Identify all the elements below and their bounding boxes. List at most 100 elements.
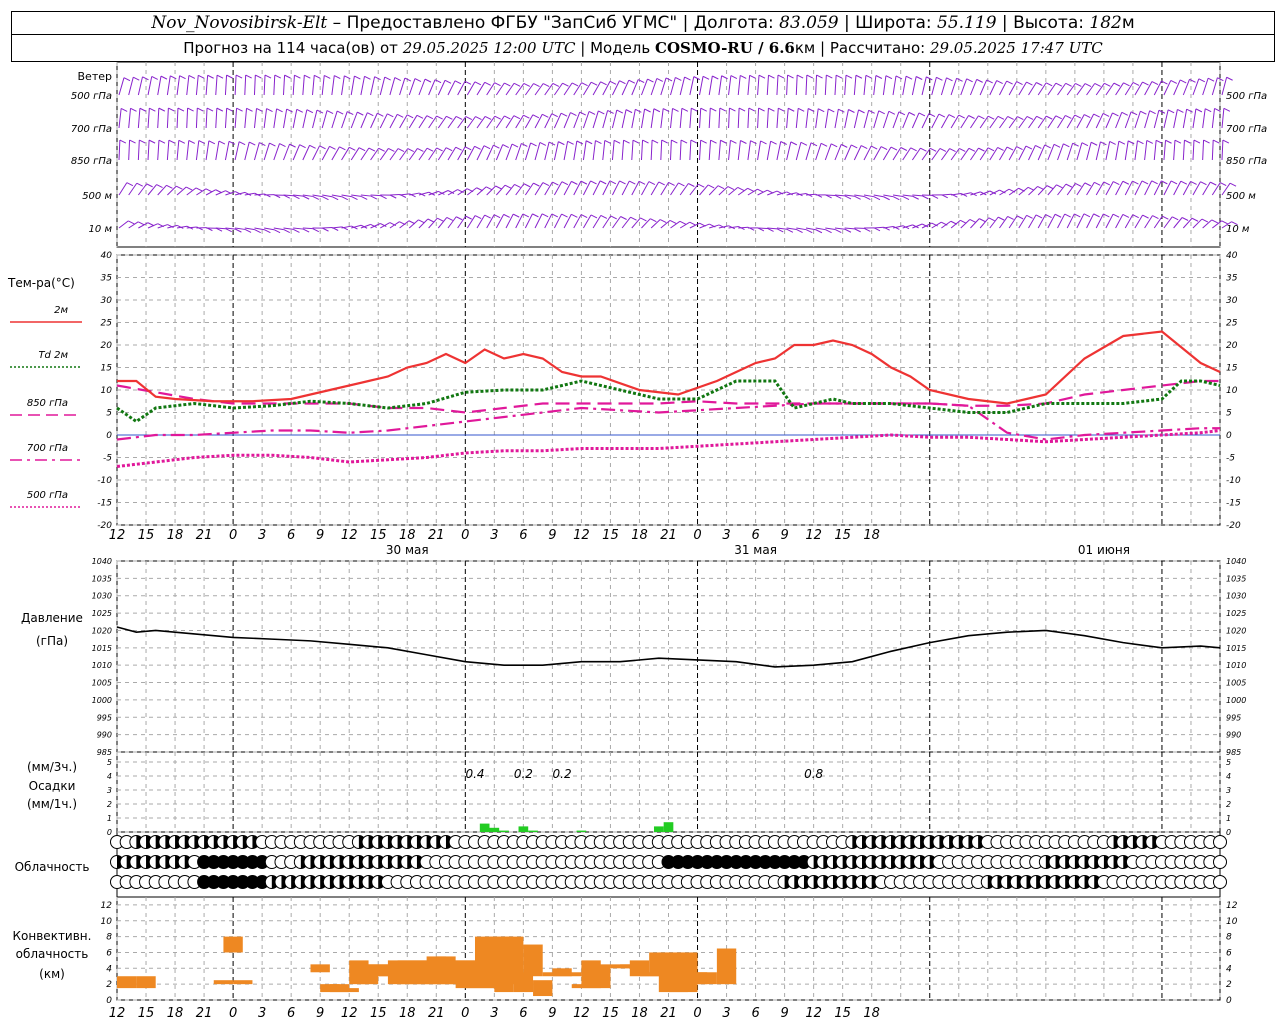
wind-barb-flag — [579, 111, 586, 116]
pressure-tick-right: 1035 — [1226, 574, 1246, 583]
wind-barb-flag — [978, 147, 985, 152]
wind-barb — [1173, 140, 1176, 161]
temp-legend-label: 2м — [54, 305, 68, 316]
wind-barb-flag — [1093, 213, 1100, 218]
wind-barb-flag — [128, 220, 135, 225]
wind-barb-flag — [483, 145, 491, 150]
wind-barb — [379, 76, 386, 96]
wind-barb-flag — [274, 74, 281, 79]
wind-barb-flag — [306, 109, 314, 114]
wind-barb — [718, 75, 723, 96]
wind-barb-flag — [768, 107, 775, 112]
wind-barb-flag — [1045, 115, 1053, 120]
wind-barb-flag — [560, 112, 568, 117]
wind-barb-flag — [720, 139, 727, 144]
wind-barb-flag — [893, 196, 900, 201]
wind-barb-flag — [1036, 115, 1043, 120]
wind-barb — [921, 113, 930, 129]
conv-title1: Конвективн. — [13, 929, 92, 943]
wind-barb — [699, 223, 710, 229]
wind-barb-flag — [552, 82, 560, 87]
wind-barb-flag — [668, 181, 675, 186]
conv-x-tick: 18 — [167, 1006, 184, 1021]
wind-barb — [360, 76, 365, 96]
wind-barb — [1192, 181, 1201, 196]
temp-tick-left: -5 — [103, 454, 112, 464]
pressure-tick-left: 1020 — [92, 626, 112, 635]
wind-level-left: 850 гПа — [71, 156, 112, 167]
precip-tick-right: 5 — [1226, 758, 1231, 767]
wind-barb-flag — [600, 81, 607, 86]
wind-barb — [892, 75, 897, 96]
wind-barb — [844, 109, 849, 129]
wind-barb-flag — [504, 82, 511, 87]
pressure-tick-left: 1000 — [92, 696, 112, 705]
conv-tick-left: 4 — [106, 964, 112, 974]
temp-tick-left: 35 — [101, 274, 113, 284]
wind-barb-flag — [562, 82, 569, 87]
wind-barb — [863, 75, 867, 96]
wind-barb-flag — [387, 113, 394, 118]
wind-barb-flag — [380, 195, 387, 200]
wind-barb-flag — [255, 74, 262, 79]
temp-tick-left: 30 — [101, 296, 113, 306]
wind-barb — [137, 108, 141, 129]
wind-barb-flag — [370, 195, 378, 200]
wind-barbs-panel — [118, 74, 1238, 234]
wind-barb-flag — [760, 140, 767, 145]
wind-barb — [660, 140, 663, 161]
precip-title: Осадки — [29, 779, 76, 793]
wind-barb-flag — [523, 114, 530, 119]
temp-title: Тем-ра(°C) — [7, 276, 75, 290]
wind-barb — [341, 194, 352, 198]
wind-barb-flag — [702, 75, 710, 80]
wind-barb-flag — [786, 228, 794, 233]
wind-barb-flag — [966, 78, 973, 83]
conv-bar — [591, 964, 611, 989]
wind-barb-flag — [446, 115, 453, 120]
wind-barb-flag — [168, 139, 176, 144]
temp-x-tick: 15 — [602, 528, 619, 543]
wind-barb-flag — [1102, 113, 1110, 117]
wind-barb-flag — [918, 112, 926, 117]
temp-tick-right: -15 — [1226, 499, 1241, 509]
wind-barb — [1202, 219, 1213, 229]
wind-barb-flag — [1094, 83, 1101, 87]
wind-barb-flag — [968, 115, 975, 119]
wind-barb-flag — [988, 217, 995, 222]
wind-barb-flag — [844, 195, 852, 200]
wind-barb — [737, 187, 748, 196]
wind-barb-flag — [142, 76, 149, 81]
wind-barb — [186, 75, 190, 96]
wind-barb — [225, 191, 236, 196]
wind-barb — [118, 220, 129, 229]
wind-barb — [844, 227, 855, 230]
wind-barb-flag — [1113, 82, 1121, 87]
wind-barb-flag — [504, 115, 511, 120]
wind-barb-flag — [1084, 83, 1092, 87]
temp-tick-right: 30 — [1226, 296, 1238, 306]
wind-barb-flag — [835, 74, 843, 79]
conv-x-tick: 0 — [693, 1006, 701, 1021]
wind-barb-flag — [642, 139, 649, 144]
wind-barb-flag — [160, 75, 168, 80]
wind-barb-flag — [787, 74, 794, 79]
precip-label: 0.2 — [553, 767, 572, 781]
wind-barb-flag — [1201, 218, 1209, 223]
wind-barb-flag — [609, 80, 617, 85]
temp-tick-right: 35 — [1226, 274, 1238, 284]
wind-barb — [137, 183, 148, 196]
pressure-tick-left: 995 — [97, 713, 112, 722]
wind-barb — [302, 109, 308, 129]
wind-barb-flag — [619, 80, 626, 85]
wind-barb-flag — [249, 141, 256, 146]
wind-barb — [631, 140, 634, 161]
wind-barb — [128, 182, 138, 196]
wind-barb — [592, 140, 596, 161]
wind-barb-flag — [436, 147, 443, 152]
wind-barb-flag — [820, 142, 828, 147]
wind-barb-flag — [997, 216, 1005, 221]
temp-tick-right: -20 — [1226, 521, 1241, 531]
temp-tick-left: 25 — [101, 319, 113, 329]
pressure-tick-right: 1025 — [1226, 609, 1246, 618]
